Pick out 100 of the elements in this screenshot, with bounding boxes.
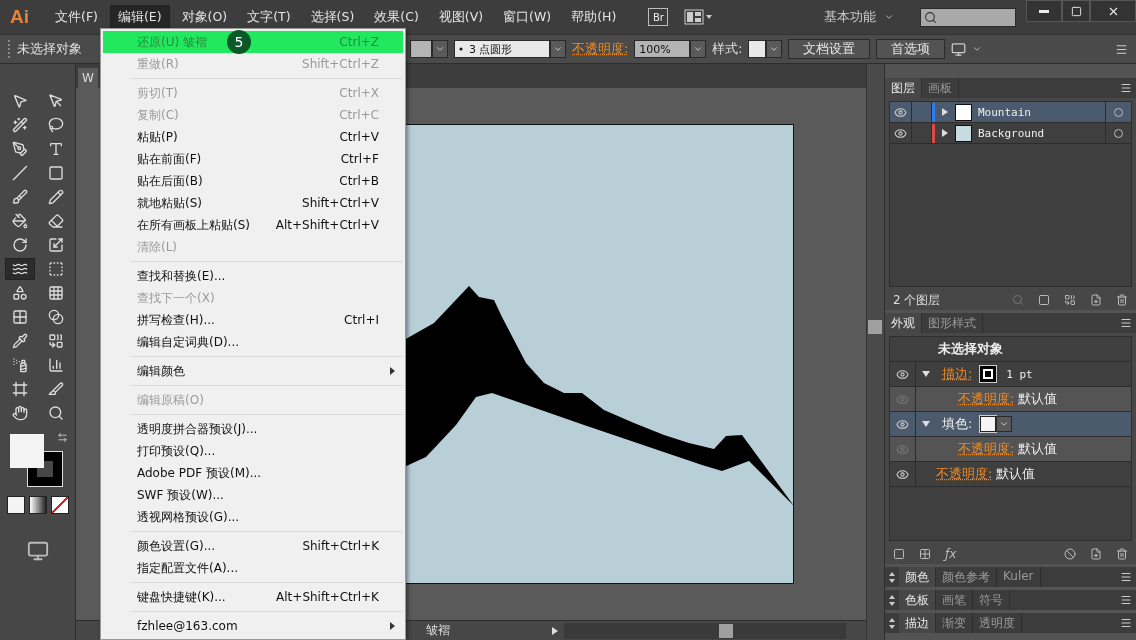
fill-swatch[interactable] [980,416,997,432]
toolbar-button[interactable]: 文档设置 [788,39,871,59]
horizontal-scrollbar[interactable] [564,622,846,639]
panel-menu-icon[interactable] [1120,617,1132,629]
menu-item[interactable]: 编辑(E) [109,4,170,30]
menu-option[interactable]: 透视网格预设(G)... [103,506,403,528]
trash-icon[interactable] [1116,294,1128,306]
menu-option[interactable]: 拼写检查(H)... Ctrl+I [103,309,403,331]
menu-option[interactable]: 透明度拼合器预设(J)... [103,418,403,440]
menu-item[interactable]: 窗口(W) [495,4,560,30]
toolbar-button[interactable]: 首选项 [876,39,946,59]
menu-item[interactable]: 文件(F) [47,4,106,30]
panel-tab[interactable]: 符号 [973,590,1010,610]
expanded-icon[interactable] [922,370,930,378]
bridge-button[interactable]: Br [648,8,669,26]
menu-option[interactable]: Adobe PDF 预设(M)... [103,462,403,484]
panel-tab[interactable]: 色板 [899,590,936,610]
menu-option[interactable]: 贴在后面(B) Ctrl+B [103,170,403,192]
layout-icon[interactable] [684,9,715,25]
menu-option[interactable]: 打印预设(Q)... [103,440,403,462]
panel-menu-icon[interactable] [1120,82,1132,94]
document-tab[interactable]: W [78,68,98,88]
menu-item[interactable]: 文字(T) [239,4,299,30]
menu-item[interactable]: 效果(C) [366,4,427,30]
collapsed-icon[interactable] [941,108,949,116]
opacity-link[interactable]: 不透明度: [572,40,629,58]
panel-tab[interactable]: 图层 [885,78,922,98]
panel-tab[interactable]: 画板 [922,78,959,98]
collapse-toggle-icon[interactable] [889,617,895,629]
none-mode-button[interactable] [50,496,69,514]
menu-option[interactable]: 粘贴(P) Ctrl+V [103,126,403,148]
stroke-swatch[interactable] [980,366,997,382]
new-item-icon[interactable] [1090,548,1102,560]
screen-mode-icon[interactable] [26,540,49,562]
menu-item[interactable]: 帮助(H) [563,4,625,30]
panel-tab[interactable]: 描边 [899,613,936,633]
appearance-row[interactable]: 填色: [890,412,1131,437]
trash-icon[interactable] [1116,548,1128,560]
menu-option[interactable]: 键盘快捷键(K)... Alt+Shift+Ctrl+K [103,586,403,608]
monitor-icon[interactable] [951,41,967,57]
panel-menu-icon[interactable] [1120,594,1132,606]
menu-option[interactable]: 还原(U) 皱褶 5 Ctrl+Z [103,31,403,53]
panel-menu-icon[interactable] [1115,42,1128,56]
caret-icon[interactable] [432,40,448,58]
eye-icon[interactable] [896,417,909,431]
eye-icon[interactable] [896,467,909,481]
menu-option[interactable]: 编辑自定词典(D)... [103,331,403,353]
fill-swatch[interactable] [9,434,44,468]
menu-item[interactable]: 视图(V) [430,4,492,30]
caret-icon[interactable] [690,40,707,58]
eye-icon[interactable] [894,126,907,140]
color-mode-button[interactable] [6,496,25,514]
eye-icon[interactable] [896,367,909,381]
panel-tab[interactable]: 外观 [885,313,922,333]
square-icon[interactable] [1038,294,1050,306]
workspace-switcher[interactable]: 基本功能 [824,8,894,26]
menu-option[interactable]: fzhlee@163.com [103,615,403,637]
fx-button[interactable]: ƒx [945,547,957,561]
layer-row[interactable]: Mountain [890,102,1131,123]
style-swatch[interactable] [748,40,767,58]
panel-tab[interactable]: 图形样式 [922,313,983,333]
brush-field[interactable]: 3 点圆形 [454,40,550,58]
grid-icon[interactable] [919,548,931,560]
square-icon[interactable] [893,548,905,560]
menu-option[interactable]: 编辑颜色 [103,360,403,382]
menu-option[interactable]: 就地粘贴(S) Shift+Ctrl+V [103,192,403,214]
combine-icon[interactable] [1064,294,1076,306]
collapse-toggle-icon[interactable] [889,571,895,583]
panel-tab[interactable]: 画笔 [936,590,973,610]
search-field[interactable] [920,7,1016,27]
menu-item[interactable]: 选择(S) [302,4,363,30]
menu-option[interactable]: 指定配置文件(A)... [103,557,403,579]
menu-item[interactable]: 对象(O) [173,4,236,30]
stroke-swatch[interactable] [27,452,62,486]
collapse-toggle-icon[interactable] [889,594,895,606]
panel-tab[interactable]: 透明度 [973,613,1022,633]
panel-tab[interactable]: 颜色参考 [936,567,997,587]
opacity-link[interactable]: 不透明度: [936,465,993,483]
tool-button[interactable] [4,258,35,280]
fill-dropdown-icon[interactable] [996,416,1013,432]
ban-icon[interactable] [1064,548,1076,560]
swap-icon[interactable] [56,432,68,443]
menu-option[interactable]: SWF 预设(W)... [103,484,403,506]
opacity-field[interactable]: 100% [634,40,691,58]
eye-icon[interactable] [894,105,907,119]
minimize-button[interactable] [1026,0,1062,22]
panel-menu-icon[interactable] [1120,317,1132,329]
vertical-scrollbar[interactable] [866,64,884,640]
maximize-button[interactable] [1062,0,1090,22]
expanded-icon[interactable] [922,420,930,428]
menu-option[interactable]: 颜色设置(G)... Shift+Ctrl+K [103,535,403,557]
stroke-link[interactable]: 描边: [942,365,973,383]
panel-menu-icon[interactable] [1120,571,1132,583]
gradient-mode-button[interactable] [28,496,47,514]
menu-option[interactable]: 查找和替换(E)... [103,265,403,287]
collapsed-icon[interactable] [941,129,949,137]
panel-tab[interactable]: Kuler [997,567,1041,587]
new-layer-icon[interactable] [1090,294,1102,306]
layer-row[interactable]: Background [890,123,1131,144]
caret-icon[interactable] [550,40,566,58]
